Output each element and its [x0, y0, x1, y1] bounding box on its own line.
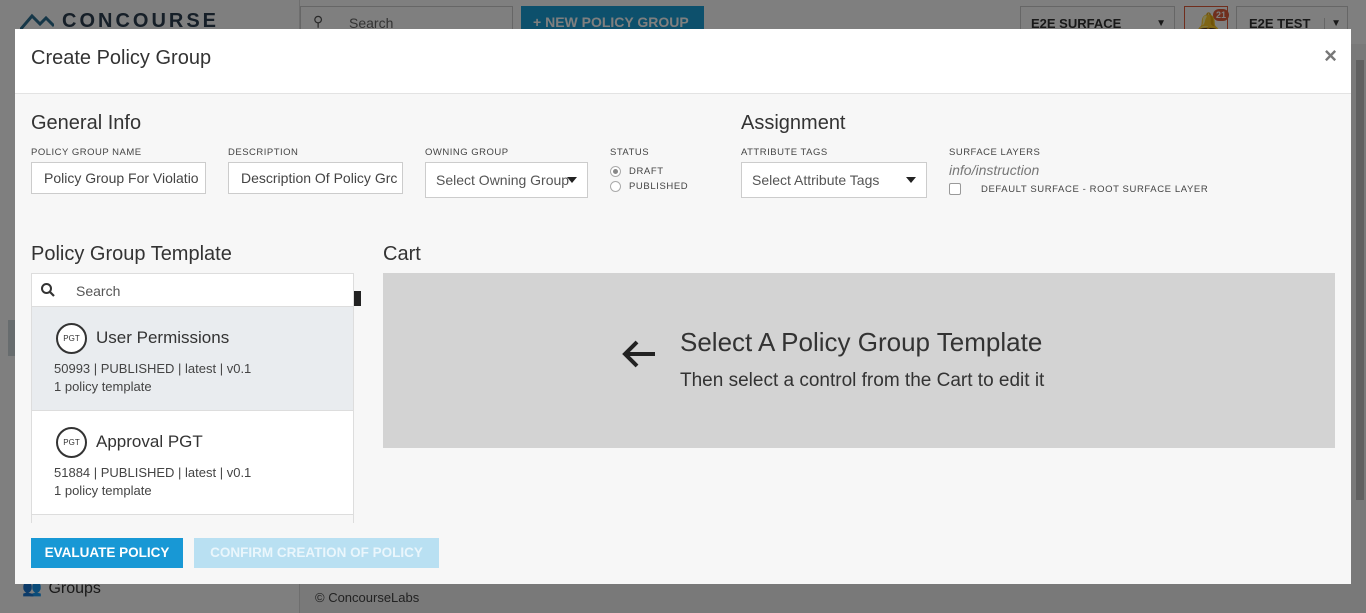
template-count: 1 policy template — [54, 379, 152, 394]
template-search-input[interactable]: Search — [31, 273, 354, 307]
template-list: PGT User Permissions 50993 | PUBLISHED |… — [31, 307, 354, 523]
template-list-item[interactable]: PGT Approval PGT 51884 | PUBLISHED | lat… — [32, 411, 353, 515]
description-input[interactable]: Description Of Policy Grc — [228, 162, 403, 194]
policy-group-template-heading: Policy Group Template — [31, 243, 232, 265]
template-meta: 51884 | PUBLISHED | latest | v0.1 — [54, 465, 252, 480]
template-name: User Permissions — [96, 328, 230, 347]
owning-group-select[interactable]: Select Owning Group — [425, 162, 588, 198]
surface-layer-checkbox-row[interactable]: DEFAULT SURFACE - ROOT SURFACE LAYER — [949, 183, 1208, 195]
status-option-label: PUBLISHED — [629, 181, 689, 192]
status-option-label: DRAFT — [629, 166, 664, 177]
surface-layers-label: SURFACE LAYERS — [949, 147, 1041, 158]
pgt-icon: PGT — [56, 427, 87, 458]
surface-layers-hint: info/instruction — [949, 162, 1040, 178]
modal-title: Create Policy Group — [31, 47, 212, 69]
template-meta: 50993 | PUBLISHED | latest | v0.1 — [54, 361, 252, 376]
create-policy-group-modal: Create Policy Group × General Info POLIC… — [15, 29, 1351, 584]
status-radio-draft[interactable]: DRAFT — [610, 166, 664, 177]
confirm-creation-button[interactable]: CONFIRM CREATION OF POLICY — [194, 538, 439, 568]
radio-button-selected[interactable] — [610, 166, 621, 177]
attribute-tags-placeholder: Select Attribute Tags — [752, 172, 880, 188]
close-icon[interactable]: × — [1324, 43, 1337, 69]
evaluate-policy-button[interactable]: EVALUATE POLICY — [31, 538, 183, 568]
cart-empty-title: Select A Policy Group Template — [680, 327, 1043, 357]
owning-group-placeholder: Select Owning Group — [436, 172, 570, 188]
template-count: 1 policy template — [54, 483, 152, 498]
surface-layer-option-label: DEFAULT SURFACE - ROOT SURFACE LAYER — [981, 183, 1209, 195]
attribute-tags-select[interactable]: Select Attribute Tags — [741, 162, 927, 198]
policy-group-name-label: POLICY GROUP NAME — [31, 147, 142, 158]
cart-empty-state: Select A Policy Group Template Then sele… — [383, 273, 1335, 448]
caret-down-icon — [906, 177, 916, 183]
template-list-item[interactable]: PGT User Permissions 50993 | PUBLISHED |… — [32, 307, 353, 411]
template-list-scrollbar[interactable] — [354, 291, 361, 306]
template-search-placeholder: Search — [76, 283, 121, 299]
template-name: Approval PGT — [96, 432, 203, 451]
caret-down-icon — [567, 177, 577, 183]
status-radio-published[interactable]: PUBLISHED — [610, 181, 688, 192]
cart-empty-subtitle: Then select a control from the Cart to e… — [680, 370, 1045, 391]
arrow-left-icon — [622, 340, 655, 368]
status-label: STATUS — [610, 147, 650, 158]
attribute-tags-label: ATTRIBUTE TAGS — [741, 147, 828, 158]
pgt-icon: PGT — [56, 323, 87, 354]
modal-header: Create Policy Group × — [15, 29, 1351, 94]
assignment-heading: Assignment — [741, 112, 846, 134]
description-label: DESCRIPTION — [228, 147, 299, 158]
surface-layer-checkbox[interactable] — [949, 183, 961, 195]
search-icon — [41, 283, 55, 297]
owning-group-label: OWNING GROUP — [425, 147, 509, 158]
radio-button[interactable] — [610, 181, 621, 192]
general-info-heading: General Info — [31, 112, 142, 134]
cart-heading: Cart — [383, 243, 421, 265]
policy-group-name-input[interactable]: Policy Group For Violatio — [31, 162, 206, 194]
